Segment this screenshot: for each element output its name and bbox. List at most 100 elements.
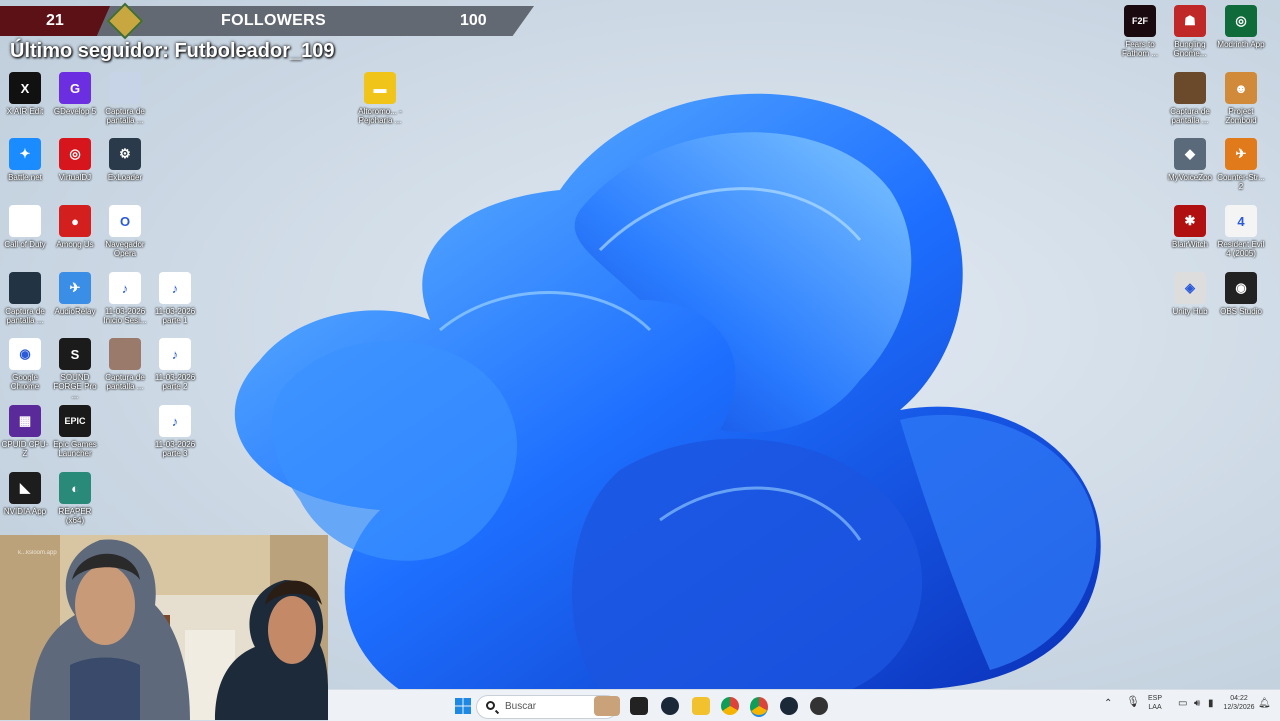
11-03-2026-parte-3-icon: ♪	[159, 405, 191, 437]
desktop-shortcut-google-chrome[interactable]: ◉ Google Chrome	[0, 338, 50, 391]
desktop-shortcut-label: Altoromo... - Pejoharia ...	[358, 107, 402, 125]
unity-hub-icon: ◈	[1174, 272, 1206, 304]
counter-str-2-icon: ✈	[1225, 138, 1257, 170]
desktop-shortcut-label: Fears to Fathom ...	[1121, 40, 1158, 58]
desktop-shortcut-label: Unity Hub	[1172, 307, 1208, 316]
desktop-shortcut-label: Resident Evil 4 (2005)	[1217, 240, 1265, 258]
followers-title: FOLLOWERS	[221, 12, 326, 29]
desktop-shortcut-fears-to-fathom[interactable]: F2F Fears to Fathom ...	[1115, 5, 1165, 58]
desktop-shortcut-label: Among Us	[56, 240, 94, 249]
search-placeholder: Buscar	[505, 701, 537, 712]
windows-logo-icon	[455, 698, 471, 714]
epic-games-launcher-icon: EPIC	[59, 405, 91, 437]
desktop-shortcut-label: Captura de pantalla ...	[105, 373, 145, 391]
desktop-shortcut-x-air-edit[interactable]: X X AIR Edit	[0, 72, 50, 116]
steam-taskbar-icon[interactable]	[661, 697, 679, 715]
search-icon	[486, 701, 495, 710]
desktop-shortcut-label: 11-03-2026 parte 1	[154, 307, 196, 325]
captura-de-pantalla-icon	[109, 338, 141, 370]
exloader-icon: ⚙	[109, 138, 141, 170]
desktop-shortcut-captura-de-pantalla[interactable]: Captura de pantalla ...	[100, 338, 150, 391]
desktop-shortcut-exloader[interactable]: ⚙ ExLoader	[100, 138, 150, 182]
desktop-shortcut-battle-net[interactable]: ✦ Battle.net	[0, 138, 50, 182]
desktop-shortcut-blairwitch[interactable]: ✱ BlairWitch	[1165, 205, 1215, 249]
desktop-shortcut-label: Captura de pantalla ...	[1170, 107, 1210, 125]
obs-taskbar-icon[interactable]	[810, 697, 828, 715]
fears-to-fathom-icon: F2F	[1124, 5, 1156, 37]
desktop-shortcut-epic-games-launcher[interactable]: EPIC Epic Games Launcher	[50, 405, 100, 458]
desktop-shortcut-11-03-2026-parte-1[interactable]: ♪ 11-03-2026 parte 1	[150, 272, 200, 325]
chrome-taskbar-icon[interactable]	[721, 697, 739, 715]
desktop-shortcut-label: Captura de pantalla ...	[5, 307, 45, 325]
audiorelay-icon: ✈	[59, 272, 91, 304]
desktop-shortcut-label: X AIR Edit	[6, 107, 44, 116]
microphone-icon[interactable]: 🎙︎	[1126, 697, 1140, 708]
desktop-shortcut-label: 11-03-2026 parte 2	[154, 373, 196, 391]
among-us-icon: ●	[59, 205, 91, 237]
myvoicezoo-icon: ◆	[1174, 138, 1206, 170]
desktop-shortcut-label: 11-03-2026 Inicio Sesi...	[103, 307, 147, 325]
desktop-shortcut-obs-studio[interactable]: ◉ OBS Studio	[1216, 272, 1266, 316]
battle-net-icon: ✦	[9, 138, 41, 170]
network-icon[interactable]: ▭	[1178, 699, 1187, 709]
desktop-shortcut-virtualdj[interactable]: ◎ VirtualDJ	[50, 138, 100, 182]
keyboard-layout: LAA	[1148, 704, 1162, 711]
desktop-shortcut-11-03-2026-parte-2[interactable]: ♪ 11-03-2026 parte 2	[150, 338, 200, 391]
desktop-shortcut-navegador-opera[interactable]: O Navegador Opera	[100, 205, 150, 258]
chrome-profile-taskbar-icon[interactable]	[750, 697, 768, 717]
bungling-gnome-icon: ☗	[1174, 5, 1206, 37]
file-explorer-icon[interactable]	[692, 697, 710, 715]
task-view-icon[interactable]	[630, 697, 648, 715]
start-button[interactable]	[454, 697, 472, 715]
desktop-shortcut-modrinth-app[interactable]: ◎ Modrinth App	[1216, 5, 1266, 49]
11-03-2026-inicio-sesi-icon: ♪	[109, 272, 141, 304]
captura-de-pantalla-icon	[9, 272, 41, 304]
notification-bell-icon[interactable]: 🔔︎	[1258, 699, 1271, 709]
clock-time: 04:22	[1230, 695, 1248, 702]
language-code: ESP	[1148, 695, 1163, 702]
desktop-shortcut-captura-de-pantalla[interactable]: Captura de pantalla ...	[1165, 72, 1215, 125]
desktop-shortcut-label: SOUND FORGE Pro ...	[53, 373, 97, 400]
desktop-shortcut-gdevelop-5[interactable]: G GDevelop 5	[50, 72, 100, 116]
desktop-shortcut-11-03-2026-parte-3[interactable]: ♪ 11-03-2026 parte 3	[150, 405, 200, 458]
desktop-shortcut-label: Battle.net	[8, 173, 42, 182]
desktop-shortcut-unity-hub[interactable]: ◈ Unity Hub	[1165, 272, 1215, 316]
reaper-x64-icon: ◐	[59, 472, 91, 504]
clock-date: 12/3/2026	[1223, 704, 1255, 711]
desktop-shortcut-bungling-gnome[interactable]: ☗ Bungling Gnome...	[1165, 5, 1215, 58]
desktop-shortcut-resident-evil-4-2005[interactable]: 4 Resident Evil 4 (2005)	[1216, 205, 1266, 258]
desktop-shortcut-call-of-duty[interactable]: Call of Duty	[0, 205, 50, 249]
language-indicator[interactable]: ESP LAA	[1148, 694, 1162, 712]
desktop-shortcut-label: Captura de pantalla ...	[105, 107, 145, 125]
desktop-shortcut-sound-forge-pro[interactable]: S SOUND FORGE Pro ...	[50, 338, 100, 400]
search-highlight-icon[interactable]	[594, 696, 620, 716]
desktop-shortcut-label: Epic Games Launcher	[53, 440, 97, 458]
desktop-shortcut-myvoicezoo[interactable]: ◆ MyVoiceZoo	[1165, 138, 1215, 182]
chevron-up-icon[interactable]: ⌃	[1104, 699, 1112, 709]
webcam-source-tag: k...ksloom.app	[18, 550, 57, 556]
desktop-shortcut-reaper-x64[interactable]: ◐ REAPER (x64)	[50, 472, 100, 525]
x-air-edit-icon: X	[9, 72, 41, 104]
desktop-shortcut-label: Modrinth App	[1217, 40, 1265, 49]
desktop-shortcut-captura-de-pantalla[interactable]: Captura de pantalla ...	[100, 72, 150, 125]
desktop-shortcut-altoromo-pejoharia[interactable]: ▬ Altoromo... - Pejoharia ...	[355, 72, 405, 125]
navegador-opera-icon: O	[109, 205, 141, 237]
followers-goal-bar: 21 FOLLOWERS 100	[0, 2, 534, 40]
clock[interactable]: 04:22 12/3/2026	[1214, 694, 1264, 712]
battery-icon[interactable]: ▮	[1208, 699, 1214, 709]
desktop-shortcut-cpuid-cpu-z[interactable]: ▦ CPUID CPU-Z	[0, 405, 50, 458]
desktop-shortcut-nvidia-app[interactable]: ◣ NVIDIA App	[0, 472, 50, 516]
volume-icon[interactable]: 🔊︎	[1194, 699, 1200, 709]
desktop-shortcut-counter-str-2[interactable]: ✈ Counter-Str... 2	[1216, 138, 1266, 191]
desktop-shortcut-label: Counter-Str... 2	[1217, 173, 1265, 191]
desktop-shortcut-11-03-2026-inicio-sesi[interactable]: ♪ 11-03-2026 Inicio Sesi...	[100, 272, 150, 325]
steam-helper-taskbar-icon[interactable]	[780, 697, 798, 715]
desktop-shortcut-label: VirtualDJ	[58, 173, 92, 182]
desktop-shortcut-project-zomboid[interactable]: ☻ Project Zomboid	[1216, 72, 1266, 125]
captura-de-pantalla-icon	[109, 72, 141, 104]
followers-goal: 100	[460, 12, 487, 29]
11-03-2026-parte-2-icon: ♪	[159, 338, 191, 370]
desktop-shortcut-audiorelay[interactable]: ✈ AudioRelay	[50, 272, 100, 316]
desktop-shortcut-captura-de-pantalla[interactable]: Captura de pantalla ...	[0, 272, 50, 325]
desktop-shortcut-among-us[interactable]: ● Among Us	[50, 205, 100, 249]
